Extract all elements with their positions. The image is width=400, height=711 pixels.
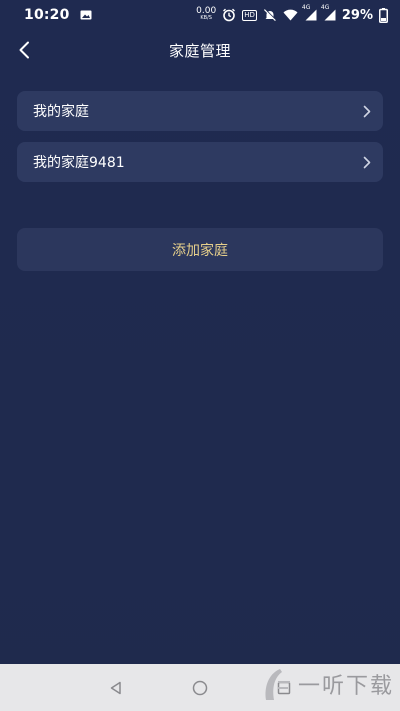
- family-item-my-family[interactable]: 我的家庭: [17, 91, 383, 131]
- back-button[interactable]: [10, 34, 38, 66]
- signal-label-1: 4G: [301, 4, 311, 11]
- family-item-label: 我的家庭: [33, 104, 89, 120]
- signal-label-2: 4G: [320, 4, 330, 11]
- status-bar: 10:20 0.00 KB/S HD 4G 4G 29%: [0, 0, 400, 30]
- add-family-button[interactable]: 添加家庭: [17, 228, 383, 271]
- family-item-my-family-9481[interactable]: 我的家庭9481: [17, 142, 383, 182]
- watermark: 一听下载: [262, 666, 394, 702]
- page-title: 家庭管理: [168, 41, 231, 60]
- status-time: 10:20: [24, 7, 70, 23]
- status-left: 10:20: [24, 7, 92, 23]
- add-family-label: 添加家庭: [172, 242, 228, 259]
- family-item-label: 我的家庭9481: [33, 155, 125, 171]
- watermark-text: 一听下载: [297, 674, 394, 699]
- chevron-right-icon: [363, 105, 371, 118]
- header: 家庭管理: [0, 30, 400, 70]
- screen: 10:20 0.00 KB/S HD 4G 4G 29% 家庭管理 我的家庭 我…: [0, 0, 400, 711]
- back-triangle-icon: [110, 681, 121, 694]
- chevron-left-icon: [19, 41, 29, 59]
- image-icon: [80, 10, 92, 20]
- mute-icon: [263, 8, 277, 22]
- net-speed: 0.00 KB/S: [196, 6, 217, 22]
- chevron-right-icon: [363, 156, 371, 169]
- watermark-logo-icon: [265, 669, 290, 700]
- nav-back-button[interactable]: [104, 676, 128, 700]
- alarm-icon: [222, 8, 236, 22]
- net-speed-value: 0.00: [196, 6, 217, 16]
- signal-icon-2: 4G: [321, 4, 336, 21]
- nav-home-button[interactable]: [188, 676, 212, 700]
- battery-icon: [379, 7, 388, 23]
- wifi-icon: [283, 9, 298, 21]
- hd-badge: HD: [242, 9, 257, 21]
- status-right: 0.00 KB/S HD 4G 4G 29%: [196, 4, 388, 23]
- battery-percent: 29%: [341, 7, 373, 23]
- family-list: 我的家庭 我的家庭9481: [17, 91, 383, 193]
- home-circle-icon: [192, 680, 208, 695]
- signal-icon: 4G: [302, 4, 317, 21]
- net-speed-unit: KB/S: [200, 15, 212, 21]
